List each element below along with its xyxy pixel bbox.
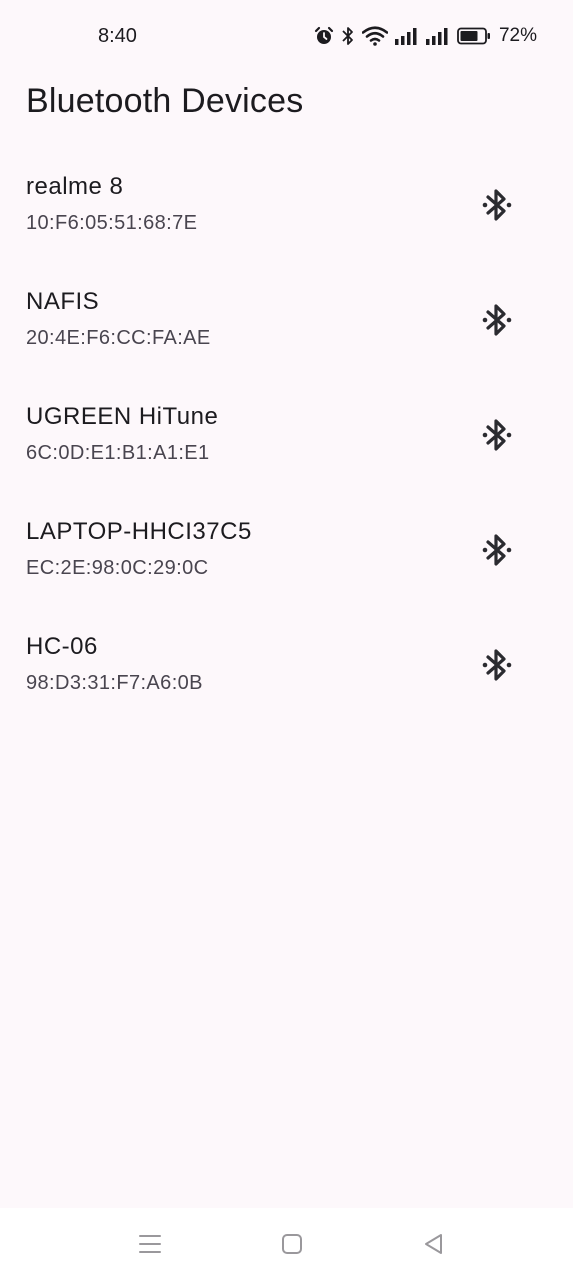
device-name: LAPTOP-HHCI37C5	[26, 518, 252, 545]
device-name: UGREEN HiTune	[26, 403, 219, 430]
device-list-item[interactable]: UGREEN HiTune 6C:0D:E1:B1:A1:E1	[0, 378, 573, 493]
device-list-item[interactable]: NAFIS 20:4E:F6:CC:FA:AE	[0, 263, 573, 378]
device-address: 6C:0D:E1:B1:A1:E1	[26, 442, 210, 464]
navigation-bar	[0, 1208, 573, 1280]
device-name: HC-06	[26, 633, 98, 660]
device-address: 98:D3:31:F7:A6:0B	[26, 672, 203, 694]
bluetooth-icon	[480, 186, 514, 224]
bluetooth-icon	[341, 26, 355, 46]
signal-icon	[425, 27, 450, 45]
status-bar: 8:40 72%	[0, 0, 573, 72]
page-title: Bluetooth Devices	[26, 82, 304, 120]
alarm-icon	[314, 26, 334, 46]
signal-icon	[394, 27, 419, 45]
back-icon[interactable]	[420, 1230, 448, 1258]
battery-icon	[457, 27, 491, 45]
device-address: 10:F6:05:51:68:7E	[26, 212, 198, 234]
wifi-icon	[361, 26, 388, 46]
device-address: EC:2E:98:0C:29:0C	[26, 557, 209, 579]
home-icon[interactable]	[278, 1230, 306, 1258]
device-list-item[interactable]: HC-06 98:D3:31:F7:A6:0B	[0, 608, 573, 723]
bluetooth-icon	[480, 416, 514, 454]
device-name: realme 8	[26, 173, 124, 200]
bluetooth-icon	[480, 531, 514, 569]
status-time: 8:40	[98, 25, 137, 47]
device-list: realme 8 10:F6:05:51:68:7E NAFIS 20:4E:F6:C…	[0, 148, 573, 723]
device-address: 20:4E:F6:CC:FA:AE	[26, 327, 211, 349]
device-list-item[interactable]: LAPTOP-HHCI37C5 EC:2E:98:0C:29:0C	[0, 493, 573, 608]
bluetooth-icon	[480, 301, 514, 339]
device-list-item[interactable]: realme 8 10:F6:05:51:68:7E	[0, 148, 573, 263]
menu-icon[interactable]	[136, 1230, 164, 1258]
bluetooth-icon	[480, 646, 514, 684]
status-icons: 72%	[314, 24, 537, 48]
battery-percent: 72%	[498, 25, 537, 46]
device-name: NAFIS	[26, 288, 100, 315]
